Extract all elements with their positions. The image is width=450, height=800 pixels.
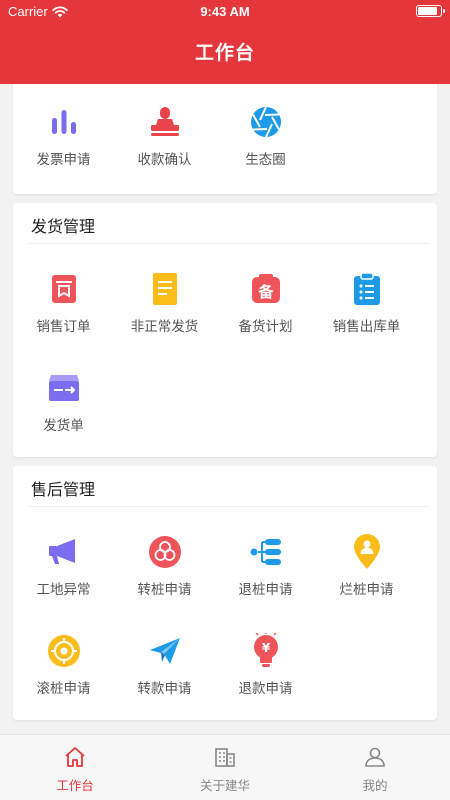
tree-list-icon [248,534,284,570]
fund-transfer-item[interactable]: 转款申请 [114,633,215,732]
header: Carrier 9:43 AM 工作台 [0,0,450,84]
building-icon [215,748,235,767]
shipping-note-item[interactable]: 发货单 [13,370,114,469]
tab-workbench[interactable]: 工作台 [0,735,150,800]
item-label: 发票申请 [36,152,91,168]
section-title: 发货管理 [31,217,96,236]
item-label: 转款申请 [137,681,192,697]
broken-pile-item[interactable]: 烂桩申请 [316,534,417,633]
section-divider [29,506,429,507]
svg-text:备: 备 [257,283,274,301]
item-label: 退款申请 [238,681,293,697]
item-label: 工地异常 [36,582,91,598]
sales-outbound-item[interactable]: 销售出库单 [316,271,417,370]
target-icon [46,633,82,669]
home-icon [65,747,85,767]
invoice-application-item[interactable]: 发票申请 [13,104,114,203]
abnormal-shipment-item[interactable]: 非正常发货 [114,271,215,370]
item-label: 收款确认 [137,152,192,168]
section-divider [29,243,429,244]
item-label: 销售出库单 [332,319,401,335]
abnormal-shipment-icon [147,271,183,307]
item-label: 发货单 [43,418,84,434]
item-label: 销售订单 [36,319,91,335]
user-icon [365,747,385,767]
page-title: 工作台 [194,42,255,64]
stock-plan-icon: 备 [248,271,284,307]
transfer-circles-icon [147,534,183,570]
item-label: 非正常发货 [130,319,199,335]
svg-text:¥: ¥ [261,641,270,655]
site-exception-item[interactable]: 工地异常 [13,534,114,633]
payment-confirm-item[interactable]: 收款确认 [114,104,215,203]
status-bar: Carrier 9:43 AM [0,0,450,24]
sales-order-item[interactable]: 销售订单 [13,271,114,370]
item-label: 备货计划 [238,319,293,335]
item-label: 生态圈 [245,152,286,168]
shipping-box-icon [46,370,82,406]
clipboard-icon [349,271,385,307]
stock-plan-item[interactable]: 备 备货计划 [215,271,316,370]
tab-bar: 工作台 关于建华 我的 [0,734,450,800]
tab-label: 我的 [362,778,388,793]
battery-icon [416,5,445,17]
bar-chart-icon [46,104,82,140]
item-label: 转桩申请 [137,582,192,598]
item-label: 烂桩申请 [339,582,394,598]
refund-bulb-icon: ¥ [248,633,284,669]
item-label: 滚桩申请 [36,681,91,697]
stamp-icon [147,104,183,140]
ecosystem-item[interactable]: 生态圈 [215,104,316,203]
pile-roll-item[interactable]: 滚桩申请 [13,633,114,732]
paper-plane-icon [147,633,183,669]
tab-about[interactable]: 关于建华 [150,735,300,800]
pile-transfer-item[interactable]: 转桩申请 [114,534,215,633]
shipping-management-card: 发货管理 销售订单 非正常发货 备 备货计划 销售出库单 发货单 [13,203,437,457]
item-label: 退桩申请 [238,582,293,598]
location-pin-icon [349,534,385,570]
after-sales-management-card: 售后管理 工地异常 转桩申请 退桩申请 烂桩申请 滚桩申请 转款申请 ¥ 退款申… [13,466,437,720]
pile-return-item[interactable]: 退桩申请 [215,534,316,633]
section-title: 售后管理 [31,480,96,499]
tab-label: 工作台 [56,778,94,793]
refund-application-item[interactable]: ¥ 退款申请 [215,633,316,732]
quick-actions-card: 发票申请 收款确认 生态圈 [13,84,437,194]
tab-label: 关于建华 [199,778,250,793]
status-time: 9:43 AM [200,4,250,19]
tab-mine[interactable]: 我的 [300,735,450,800]
megaphone-icon [46,534,82,570]
aperture-icon [248,104,284,140]
order-icon [46,271,82,307]
